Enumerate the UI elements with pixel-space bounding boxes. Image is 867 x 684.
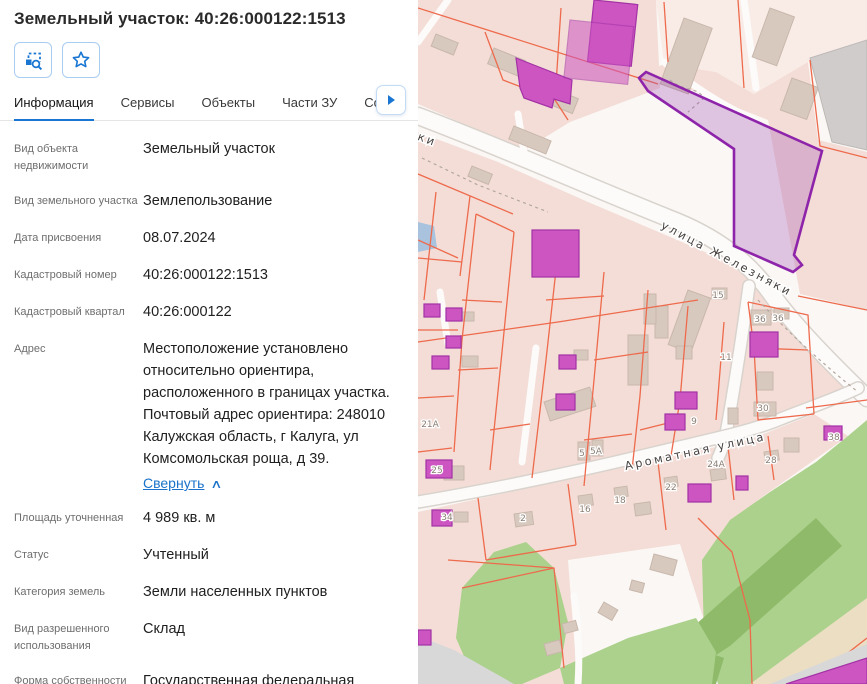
field-row: Дата присвоения 08.07.2024 [14,227,404,249]
field-row: Кадастровый квартал 40:26:000122 [14,301,404,323]
house-number-label: 25 [431,466,442,476]
page-title: Земельный участок: 40:26:000122:1513 [0,0,418,29]
tab-objects[interactable]: Объекты [201,89,255,120]
house-number-label: 36 [754,315,766,325]
house-number-label: 21А [421,420,439,430]
field-row: Площадь уточненная 4 989 кв. м [14,507,404,529]
info-panel: Земельный участок: 40:26:000122:1513 Инф… [0,0,418,684]
address-text: Местоположение установлено относительно … [143,341,390,467]
field-row: Вид объекта недвижимости Земельный участ… [14,138,404,175]
field-label: Вид объекта недвижимости [14,138,143,175]
tab-parts-zu[interactable]: Части ЗУ [282,89,337,120]
house-number-label: 9 [691,417,697,427]
house-number-label: 34 [441,513,453,523]
field-row: Кадастровый номер 40:26:000122:1513 [14,264,404,286]
tabs-scroll-right-button[interactable] [376,85,406,115]
tab-information[interactable]: Информация [14,89,94,121]
field-row: Статус Учтенный [14,544,404,566]
house-number-label: 38 [828,433,840,443]
field-value: 08.07.2024 [143,227,404,249]
house-number-label: 28 [765,456,777,466]
app-window: Земельный участок: 40:26:000122:1513 Инф… [0,0,867,684]
house-number-label: 24А [707,460,725,470]
field-label: Дата присвоения [14,227,143,249]
toolbar [14,42,404,78]
field-label: Кадастровый квартал [14,301,143,323]
house-number-label: 36 [772,314,784,324]
field-value: Местоположение установлено относительно … [143,338,404,495]
field-label: Кадастровый номер [14,264,143,286]
house-number-label: 22 [665,483,676,493]
field-label: Категория земель [14,581,143,603]
house-number-label: 15 [712,291,723,301]
house-number-label: 5 [579,449,585,459]
field-value: 40:26:000122 [143,301,404,323]
field-value: Землепользование [143,190,404,212]
field-label: Форма собственности [14,670,143,684]
house-number-label: 11 [720,353,731,363]
field-row-address: Адрес Местоположение установлено относит… [14,338,404,495]
star-icon [71,50,91,70]
field-row: Вид земельного участка Землепользование [14,190,404,212]
field-row: Категория земель Земли населенных пункто… [14,581,404,603]
house-number-label: 18 [614,496,626,506]
house-number-label: 2 [520,514,526,524]
field-value: 4 989 кв. м [143,507,404,529]
attributes-list: Вид объекта недвижимости Земельный участ… [0,138,418,684]
chevron-up-icon: ∧ [211,473,223,495]
field-label: Статус [14,544,143,566]
map-canvas[interactable]: улица ЖелезнякикиАроматная улица15363611… [418,0,867,684]
field-value: Земли населенных пунктов [143,581,404,603]
house-number-label: 5А [590,447,603,457]
chevron-right-icon [388,95,395,105]
field-label: Вид земельного участка [14,190,143,212]
field-row: Вид разрешенного использования Склад [14,618,404,655]
house-number-label: 16 [579,505,591,515]
field-row: Форма собственности Государственная феде… [14,670,404,684]
field-value: Государственная федеральная [143,670,404,684]
favorite-button[interactable] [62,42,100,78]
house-number-label: 30 [757,404,769,414]
locate-geometry-icon [23,50,44,71]
field-label: Площадь уточненная [14,507,143,529]
tab-bar: Информация Сервисы Объекты Части ЗУ Сост… [0,89,418,121]
field-value: Земельный участок [143,138,404,175]
collapse-row: Свернуть ∧ [143,472,404,495]
field-value: 40:26:000122:1513 [143,264,404,286]
collapse-link[interactable]: Свернуть [143,475,204,491]
tab-services[interactable]: Сервисы [121,89,175,120]
field-label: Вид разрешенного использования [14,618,143,655]
locate-on-map-button[interactable] [14,42,52,78]
field-label: Адрес [14,338,143,495]
field-value: Учтенный [143,544,404,566]
field-value: Склад [143,618,404,655]
